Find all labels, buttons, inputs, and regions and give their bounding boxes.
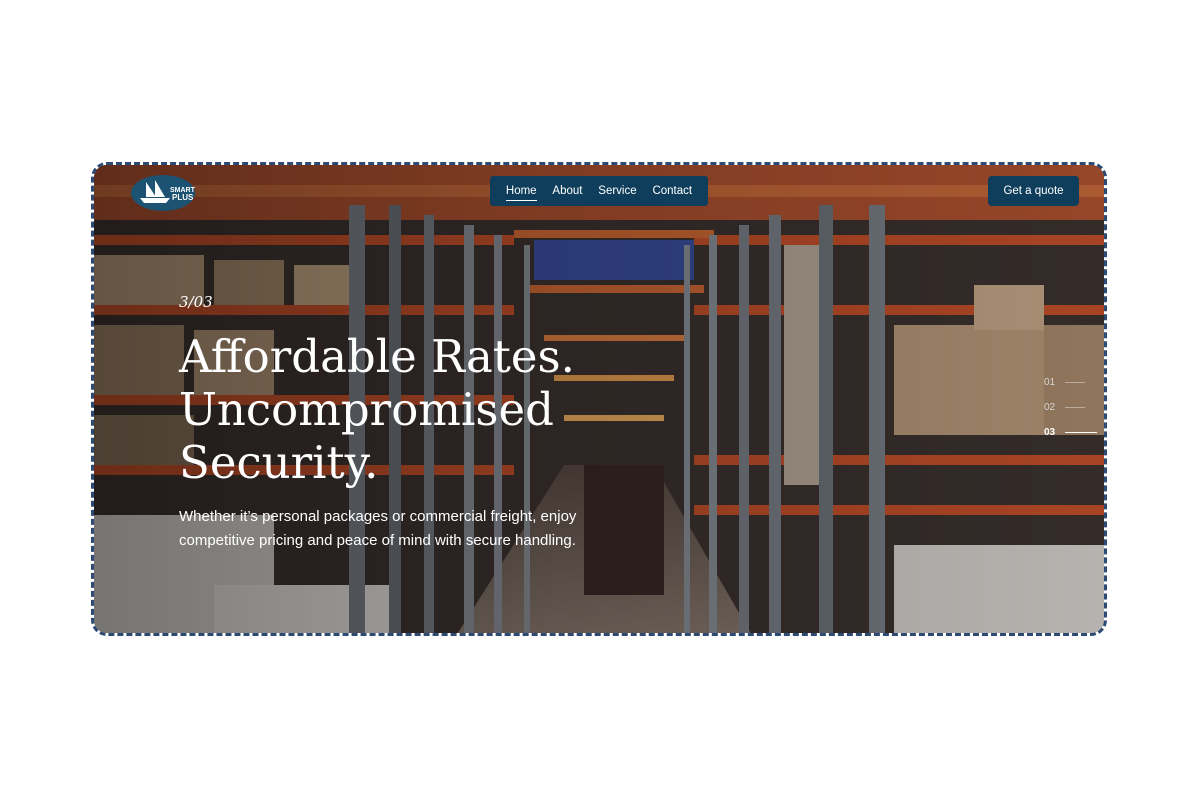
slide-line <box>1065 382 1086 383</box>
nav-service[interactable]: Service <box>598 185 636 197</box>
hero-description: Whether it’s personal packages or commer… <box>179 508 577 549</box>
slide-indicator-01[interactable]: 01 <box>1044 370 1104 395</box>
headline-line-2: Uncompromised <box>179 383 554 436</box>
nav-contact[interactable]: Contact <box>652 185 692 197</box>
logo-text-bottom: PLUS <box>172 193 194 202</box>
headline-line-3: Security. <box>179 436 379 489</box>
slide-indicator-03[interactable]: 03 <box>1044 420 1104 445</box>
slide-indicator: 01 02 03 <box>1044 370 1104 445</box>
slide-counter: 3/03 <box>179 293 213 311</box>
main-nav: Home About Service Contact <box>490 176 708 206</box>
slide-number: 02 <box>1044 402 1056 413</box>
slide-line <box>1065 432 1098 433</box>
slide-line <box>1065 407 1086 408</box>
smart-plus-logo[interactable]: SMART PLUS <box>130 174 196 212</box>
get-quote-button[interactable]: Get a quote <box>988 176 1079 206</box>
hero-section: SMART PLUS Home About Service Contact Ge… <box>94 165 1104 633</box>
hero-frame: SMART PLUS Home About Service Contact Ge… <box>91 162 1107 636</box>
slide-number: 03 <box>1044 427 1056 438</box>
nav-home[interactable]: Home <box>505 185 537 201</box>
slide-number: 01 <box>1044 377 1056 388</box>
headline-line-1: Affordable Rates. <box>179 330 575 383</box>
slide-indicator-02[interactable]: 02 <box>1044 395 1104 420</box>
hero-headline: Affordable Rates. Uncompromised Security… <box>179 330 599 489</box>
nav-about[interactable]: About <box>552 185 582 197</box>
